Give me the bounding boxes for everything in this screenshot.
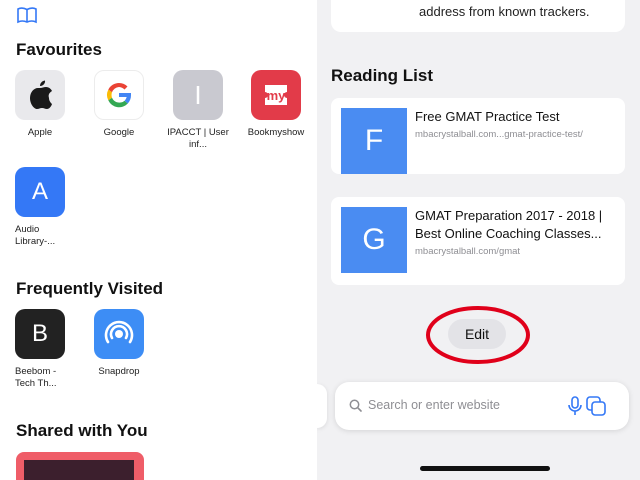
reading-list-item[interactable]: F Free GMAT Practice Test mbacrystalball… xyxy=(331,98,625,174)
favourite-label: Apple xyxy=(27,127,53,138)
google-logo-icon xyxy=(107,82,132,108)
favourite-google[interactable]: Google xyxy=(84,70,154,139)
favourite-label: Google xyxy=(103,127,135,138)
bookmyshow-logo-icon: my xyxy=(265,85,287,105)
frequent-label: Beebom - Tech Th... xyxy=(15,366,57,389)
frequently-visited-title: Frequently Visited xyxy=(16,279,164,298)
search-input[interactable]: Search or enter website xyxy=(368,398,500,412)
tabs-overview-icon[interactable] xyxy=(585,395,607,417)
frequent-snapdrop[interactable]: Snapdrop xyxy=(84,309,154,378)
shared-with-you-title: Shared with You xyxy=(16,421,148,440)
reading-list-item[interactable]: G GMAT Preparation 2017 - 2018 | Best On… xyxy=(331,197,625,285)
favourite-label: Audio Library-... xyxy=(15,224,56,247)
favourite-letter: I xyxy=(173,70,223,120)
previous-tab-bar-edge[interactable] xyxy=(317,384,327,428)
home-indicator[interactable] xyxy=(420,466,550,471)
reading-list-title: Reading List xyxy=(331,66,434,85)
favourite-label: Bookmyshow xyxy=(247,127,305,138)
favourite-ipacct[interactable]: I IPACCT | User inf... xyxy=(163,70,233,151)
reading-list-item-title: Free GMAT Practice Test xyxy=(415,109,560,124)
favourites-title: Favourites xyxy=(16,40,102,59)
frequent-letter: B xyxy=(15,309,65,359)
highlight-circle-annotation xyxy=(426,306,530,364)
shared-item-thumbnail[interactable] xyxy=(16,452,144,480)
bookmarks-book-icon[interactable] xyxy=(16,6,38,24)
favourite-letter: A xyxy=(15,167,65,217)
reading-list-item-title: GMAT Preparation 2017 - 2018 | Best Onli… xyxy=(415,208,603,241)
svg-text:my: my xyxy=(267,88,287,103)
favourite-label: IPACCT | User inf... xyxy=(167,127,229,150)
snapdrop-icon xyxy=(104,320,134,344)
reading-list-thumbnail: F xyxy=(341,108,407,174)
address-bar[interactable]: Search or enter website xyxy=(335,382,629,430)
reading-list-item-url: mbacrystalball.com/gmat xyxy=(415,246,521,257)
start-page-panel: Favourites Apple Google I IPACCT | User … xyxy=(0,0,317,480)
reading-list-item-url: mbacrystalball.com...gmat-practice-test/ xyxy=(415,129,583,140)
frequent-label: Snapdrop xyxy=(98,366,140,377)
privacy-report-card[interactable]: address from known trackers. xyxy=(331,0,625,32)
frequent-beebom[interactable]: B Beebom - Tech Th... xyxy=(5,309,75,390)
apple-logo-icon xyxy=(30,80,52,109)
favourite-apple[interactable]: Apple xyxy=(5,70,75,139)
search-icon xyxy=(349,399,362,412)
reading-list-panel: address from known trackers. Reading Lis… xyxy=(317,0,640,480)
microphone-icon[interactable] xyxy=(567,395,583,417)
favourite-bookmyshow[interactable]: my Bookmyshow xyxy=(241,70,311,139)
privacy-report-text: address from known trackers. xyxy=(419,4,590,19)
favourite-audio-library[interactable]: A Audio Library-... xyxy=(5,167,75,248)
reading-list-thumbnail: G xyxy=(341,207,407,273)
